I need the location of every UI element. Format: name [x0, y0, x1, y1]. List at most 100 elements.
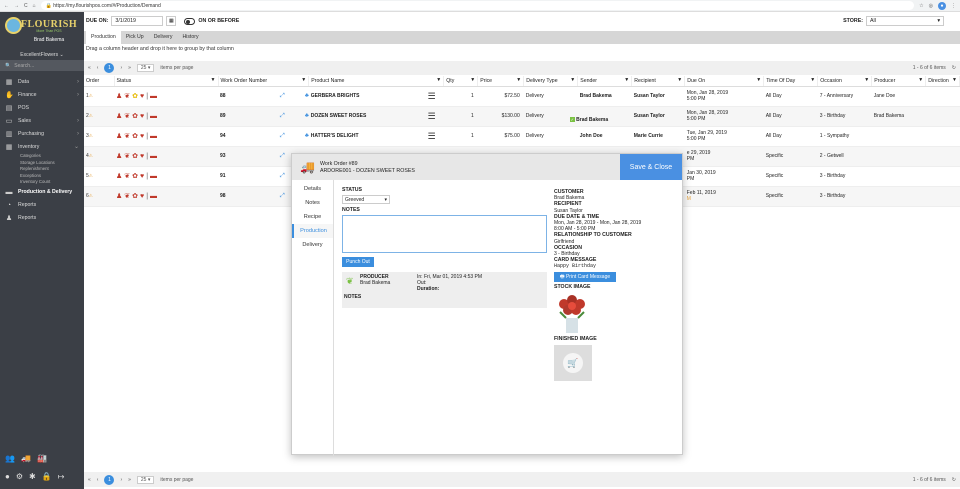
filter-icon[interactable]: ▼	[436, 77, 441, 83]
refresh-icon[interactable]: ↻	[952, 65, 956, 71]
sidebar-item-reports-user[interactable]: ♟ Reports	[0, 212, 84, 225]
col-time-of-day[interactable]: Time Of Day ▼	[763, 76, 819, 87]
tab-delivery[interactable]: Delivery	[149, 31, 178, 44]
filter-icon[interactable]: ▼	[756, 77, 761, 83]
forward-icon[interactable]: →	[14, 3, 19, 9]
delivery-truck-icon[interactable]: ▬	[150, 153, 157, 160]
due-date-input[interactable]: 3/1/2019	[111, 16, 164, 26]
building-icon[interactable]: 🏭	[37, 454, 47, 463]
hierarchy-icon[interactable]: ♣	[305, 113, 309, 119]
menu-icon[interactable]: ☰	[428, 131, 436, 142]
print-card-button[interactable]: 🖶 Print Card Message	[554, 271, 616, 282]
flower-status-icon[interactable]: ✿	[132, 172, 138, 180]
filter-icon[interactable]: ▼	[470, 77, 475, 83]
table-row[interactable]: 1⚠ ♟ ❦ ✿ ♥ | ▬ 88 ⤢ ♣ GERBERA BRIGHTS ☰ 1 $72.50 Deliv…	[84, 86, 960, 107]
tab-delivery[interactable]: Delivery	[292, 238, 333, 252]
last-page-icon[interactable]: »	[128, 477, 131, 483]
order-status-icon[interactable]: ♟	[116, 132, 122, 140]
tab-production[interactable]: Production	[86, 31, 121, 44]
on-or-before-toggle[interactable]	[184, 17, 196, 25]
tab-production[interactable]: Production	[292, 224, 333, 238]
tab-pick-up[interactable]: Pick Up	[121, 31, 149, 44]
tab-details[interactable]: Details	[292, 182, 333, 196]
bug-icon[interactable]: ✱	[29, 472, 36, 481]
sidebar-item-data[interactable]: ▦ Data ›	[0, 75, 84, 88]
filter-icon[interactable]: ▼	[810, 77, 815, 83]
menu-icon[interactable]: ☰	[428, 91, 436, 102]
delivery-truck-icon[interactable]: 🚚	[21, 454, 31, 463]
leaf-status-icon[interactable]: ❦	[124, 192, 130, 200]
tab-notes[interactable]: Notes	[292, 196, 333, 210]
calendar-icon[interactable]: ▦	[166, 16, 177, 26]
flower-status-icon[interactable]: ✿	[132, 92, 138, 100]
col-status[interactable]: Status ▼	[114, 76, 219, 87]
col-qty[interactable]: Qty ▼	[443, 76, 479, 87]
expand-icon[interactable]: ⤢	[280, 153, 285, 160]
filter-icon[interactable]: ▼	[677, 77, 682, 83]
card-status-icon[interactable]: ♥	[140, 133, 144, 140]
card-status-icon[interactable]: ♥	[140, 193, 144, 200]
flower-status-icon[interactable]: ✿	[132, 132, 138, 140]
expand-icon[interactable]: ⤢	[280, 193, 285, 200]
page-button[interactable]: 1	[104, 63, 115, 73]
finished-image-placeholder[interactable]: 🛒	[554, 345, 592, 382]
address-bar[interactable]: 🔒 https://my.flourishpos.com/#/Productio…	[40, 1, 915, 10]
menu-icon[interactable]: ⋮	[951, 3, 956, 9]
expand-icon[interactable]: ⤢	[280, 173, 285, 180]
status-select[interactable]: Greeved ▾	[342, 195, 390, 204]
lock-icon[interactable]: 🔒	[42, 472, 52, 481]
delivery-truck-icon[interactable]: ▬	[150, 113, 157, 120]
sidebar-item-inventory[interactable]: ▦ Inventory ⌄	[0, 140, 84, 153]
card-status-icon[interactable]: ♥	[140, 153, 144, 160]
flower-status-icon[interactable]: ✿	[132, 112, 138, 120]
filter-icon[interactable]: ▼	[864, 77, 869, 83]
next-page-icon[interactable]: ›	[120, 477, 122, 483]
sidebar-search[interactable]: 🔍 Search...	[0, 60, 84, 71]
order-status-icon[interactable]: ♟	[116, 112, 122, 120]
flower-status-icon[interactable]: ✿	[132, 152, 138, 160]
first-page-icon[interactable]: «	[88, 65, 91, 71]
sidebar-item-finance[interactable]: ✋ Finance ›	[0, 88, 84, 101]
delivery-truck-icon[interactable]: ▬	[150, 133, 157, 140]
hierarchy-icon[interactable]: ♣	[305, 93, 309, 99]
delivery-truck-icon[interactable]: ▬	[150, 193, 157, 200]
reload-icon[interactable]: C	[24, 3, 28, 9]
notes-textarea[interactable]	[342, 215, 547, 253]
flower-status-icon[interactable]: ✿	[132, 192, 138, 200]
leaf-status-icon[interactable]: ❦	[124, 92, 130, 100]
last-page-icon[interactable]: »	[128, 65, 131, 71]
save-close-button[interactable]: Save & Close	[620, 154, 682, 180]
hierarchy-icon[interactable]: ♣	[305, 133, 309, 139]
filter-icon[interactable]: ▼	[211, 77, 216, 83]
filter-icon[interactable]: ▼	[624, 77, 629, 83]
page-size-select[interactable]: 25 ▾	[136, 475, 155, 484]
filter-icon[interactable]: ▼	[952, 77, 957, 83]
col-delivery-type[interactable]: Delivery Type ▼	[523, 76, 579, 87]
group-hint[interactable]: Drag a column header and drop it here to…	[84, 46, 234, 52]
col-due-on[interactable]: Due On ▼	[684, 76, 765, 87]
leaf-status-icon[interactable]: ❦	[124, 152, 130, 160]
filter-icon[interactable]: ▼	[918, 77, 923, 83]
order-status-icon[interactable]: ♟	[116, 152, 122, 160]
page-button[interactable]: 1	[104, 474, 115, 485]
tab-history[interactable]: History	[177, 31, 203, 44]
filter-icon[interactable]: ▼	[570, 77, 575, 83]
sidebar-item-reports-chart[interactable]: ◔ Reports	[0, 199, 84, 212]
col-recipient[interactable]: Recipient ▼	[631, 76, 686, 87]
col-occasion[interactable]: Occasion ▼	[817, 76, 873, 87]
delivery-truck-icon[interactable]: ▬	[150, 93, 157, 100]
people-icon[interactable]: 👥	[5, 454, 15, 463]
tab-recipe[interactable]: Recipe	[292, 210, 333, 224]
shop-selector[interactable]: ExcellentFlowers ⌄	[0, 50, 84, 60]
punch-out-button[interactable]: Punch Out	[342, 257, 374, 267]
card-status-icon[interactable]: ♥	[140, 93, 144, 100]
info-icon[interactable]: ●	[5, 472, 10, 481]
refresh-icon[interactable]: ↻	[952, 477, 956, 483]
sidebar-item-purchasing[interactable]: ▥ Purchasing ›	[0, 127, 84, 140]
filter-icon[interactable]: ▼	[301, 77, 306, 83]
settings-icon[interactable]: ⚙	[16, 472, 23, 481]
table-row[interactable]: 2⚠ ♟ ❦ ✿ ♥ | ▬ 89 ⤢ ♣ DOZEN SWEET ROSES ☰ 1 $130.00 De…	[84, 106, 960, 127]
col-sender[interactable]: Sender ▼	[577, 76, 633, 87]
next-page-icon[interactable]: ›	[120, 65, 122, 71]
expand-icon[interactable]: ⤢	[280, 113, 285, 120]
